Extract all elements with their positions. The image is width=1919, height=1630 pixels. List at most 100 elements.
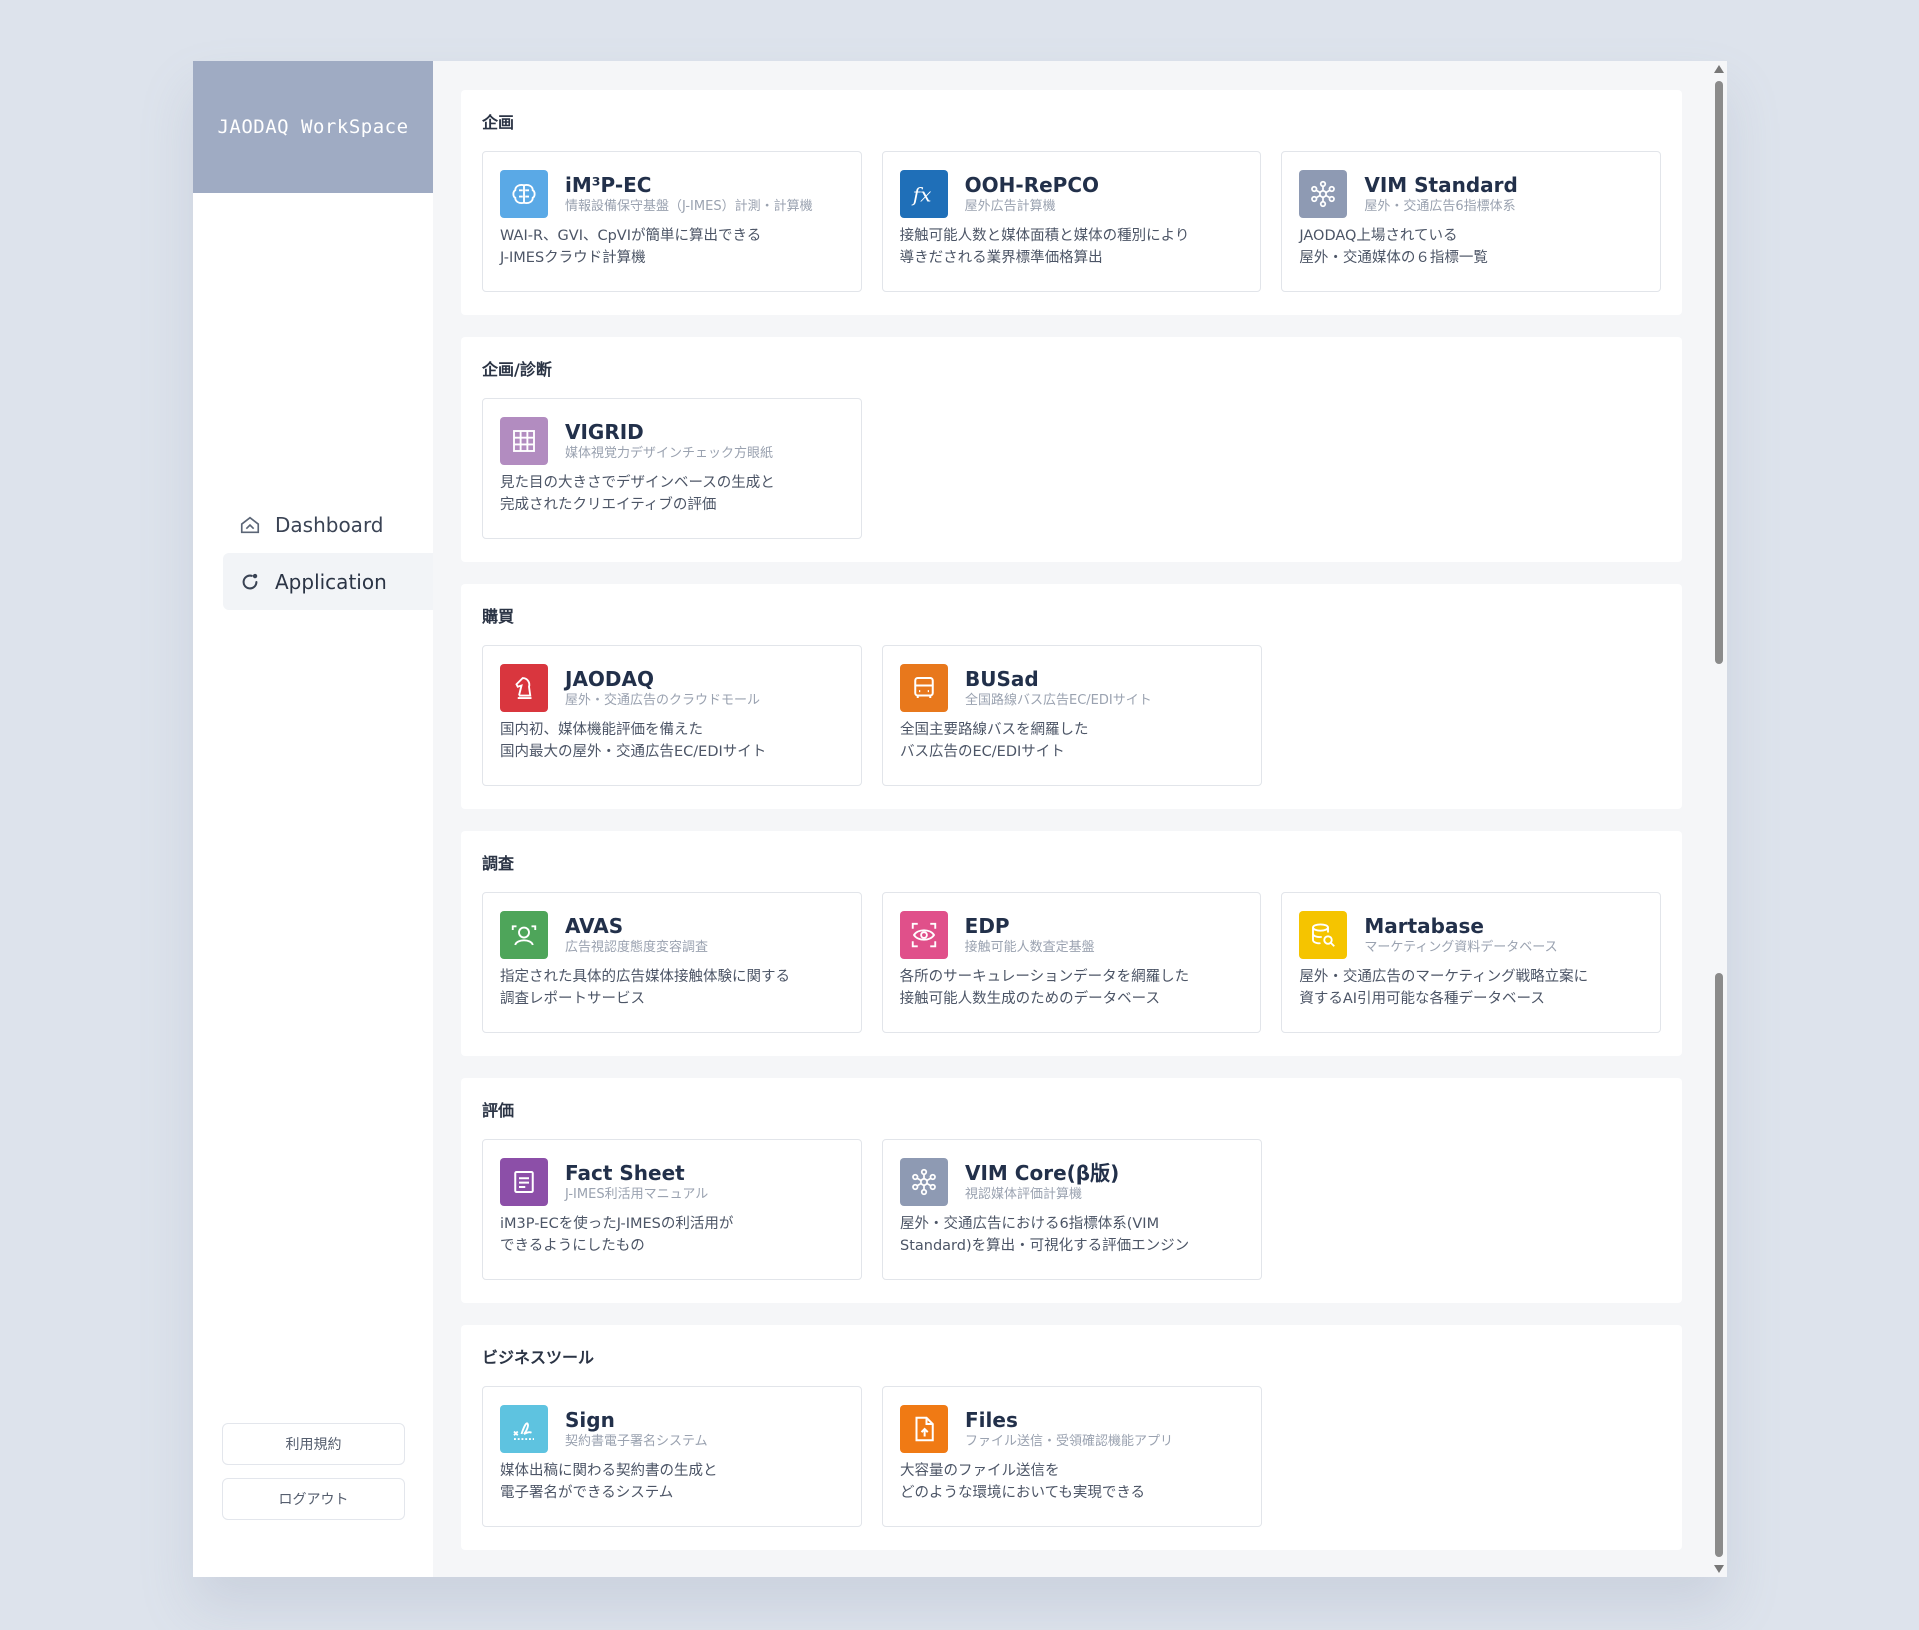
app-card[interactable]: VIM Standard 屋外・交通広告6指標体系 JAODAQ上場されている 屋外… bbox=[1281, 151, 1662, 292]
app-description: 大容量のファイル送信を どのような環境においても実現できる bbox=[900, 1463, 1146, 1501]
scroll-down-arrow-icon[interactable] bbox=[1714, 1565, 1724, 1573]
app-card[interactable]: Sign 契約書電子署名システム 媒体出稿に関わる契約書の生成と 電子署名ができるシ… bbox=[482, 1386, 862, 1527]
app-subtitle: 広告視認度態度変容調査 bbox=[565, 940, 709, 955]
section-title: 購買 bbox=[482, 607, 515, 626]
app-card[interactable]: JAODAQ 屋外・交通広告のクラウドモール国内初、媒体機能評価を備えた 国内最大… bbox=[482, 645, 862, 786]
brand-name: JAODAQ WorkSpace bbox=[217, 116, 409, 138]
app-card-header: BUSad 全国路線バス広告EC/EDIサイト bbox=[965, 664, 1152, 710]
app-card-row: AVAS 広告視認度態度変容調査指定された具体的広告媒体接触体験に関する 調査レポ… bbox=[482, 892, 1662, 1033]
app-section: 企画/診断 VIGRID 媒体視覚力デザインチェック方眼紙 見た目の大きさでデザインベ… bbox=[461, 337, 1682, 562]
app-description: 全国主要路線バスを網羅した バス広告のEC/EDIサイト bbox=[900, 722, 1089, 760]
app-card-row: JAODAQ 屋外・交通広告のクラウドモール国内初、媒体機能評価を備えた 国内最大… bbox=[482, 645, 1661, 786]
app-section: 購買 JAODAQ 屋外・交通広告のクラウドモール国内初、媒体機能評価を備えた 国内… bbox=[461, 584, 1682, 809]
scroll-up-arrow-icon[interactable] bbox=[1714, 65, 1724, 73]
app-card-row: Fact Sheet J-IMES利活用マニュアル iM3P-ECを使ったJ-IME… bbox=[482, 1139, 1661, 1280]
app-title: JAODAQ bbox=[565, 667, 655, 691]
brand-logo[interactable]: JAODAQ WorkSpace bbox=[193, 61, 433, 193]
scrollbar-thumb-lower[interactable] bbox=[1715, 973, 1723, 1557]
app-card-row: Sign 契約書電子署名システム 媒体出稿に関わる契約書の生成と 電子署名ができるシ… bbox=[482, 1386, 1661, 1527]
app-card-header: Sign 契約書電子署名システム bbox=[565, 1405, 708, 1451]
app-card[interactable]: Martabase マーケティング資料データベース屋外・交通広告のマーケティング戦… bbox=[1281, 892, 1662, 1033]
app-subtitle: 全国路線バス広告EC/EDIサイト bbox=[965, 693, 1152, 708]
app-card-row: VIGRID 媒体視覚力デザインチェック方眼紙見た目の大きさでデザインベースの生成… bbox=[482, 398, 1661, 539]
app-title: OOH-RePCO bbox=[964, 173, 1100, 197]
app-card-header: VIGRID 媒体視覚力デザインチェック方眼紙 bbox=[565, 417, 773, 463]
app-description: 屋外・交通広告のマーケティング戦略立案に 資するAI引用可能な各種データベース bbox=[1299, 969, 1589, 1007]
app-card[interactable]: BUSad 全国路線バス広告EC/EDIサイト全国主要路線バスを網羅した バス広告… bbox=[882, 645, 1262, 786]
app-description: 指定された具体的広告媒体接触体験に関する 調査レポートサービス bbox=[500, 969, 790, 1007]
app-card-header: AVAS 広告視認度態度変容調査 bbox=[565, 911, 708, 957]
file-upload-icon bbox=[900, 1405, 948, 1453]
app-subtitle: 接触可能人数査定基盤 bbox=[964, 940, 1095, 955]
app-card[interactable]: EDP 接触可能人数査定基盤 各所のサーキュレーションデータを網羅した 接触可能人数… bbox=[881, 892, 1262, 1033]
app-title: Files bbox=[965, 1408, 1018, 1432]
function-icon: fx bbox=[899, 170, 948, 218]
app-subtitle: 屋外広告計算機 bbox=[964, 199, 1056, 214]
app-description: 接触可能人数と媒体面積と媒体の種別により 導きだされる業界標準価格算出 bbox=[899, 228, 1190, 266]
app-card[interactable]: AVAS 広告視認度態度変容調査指定された具体的広告媒体接触体験に関する 調査レポ… bbox=[482, 892, 862, 1033]
sidebar-nav: Dashboard Application bbox=[223, 496, 433, 610]
app-card[interactable]: VIM Core(β版) 視認媒体評価計算機 屋外・交通広告における6指標体系(VI… bbox=[882, 1139, 1262, 1280]
app-subtitle: ファイル送信・受領確認機能アプリ bbox=[965, 1434, 1174, 1449]
app-section: 調査 AVAS 広告視認度態度変容調査指定された具体的広告媒体接触体験に関する 調査… bbox=[461, 831, 1682, 1056]
nav-item-dashboard[interactable]: Dashboard bbox=[223, 496, 433, 553]
nav-item-label: Application bbox=[275, 569, 387, 594]
logout-button[interactable]: ログアウト bbox=[222, 1478, 405, 1520]
app-card-header: Fact Sheet J-IMES利活用マニュアル bbox=[565, 1158, 708, 1204]
chess-knight-icon bbox=[500, 664, 548, 712]
app-description: iM3P-ECを使ったJ-IMESの利活用が できるようにしたもの bbox=[500, 1216, 734, 1254]
app-subtitle: 媒体視覚力デザインチェック方眼紙 bbox=[565, 446, 774, 461]
app-card-row: iM³P-EC 情報設備保守基盤（J-IMES）計測・計算機 WAI-R、GVI、C… bbox=[482, 151, 1662, 292]
main-content: 企画 iM³P-EC 情報設備保守基盤（J-IMES）計測・計算機 WAI-R、GVI… bbox=[433, 61, 1727, 1577]
app-card[interactable]: fx OOH-RePCO 屋外広告計算機接触可能人数と媒体面積と媒体の種別により 導… bbox=[881, 151, 1262, 292]
app-subtitle: 視認媒体評価計算機 bbox=[965, 1187, 1083, 1202]
section-title: ビジネスツール bbox=[482, 1348, 595, 1367]
app-card[interactable]: VIGRID 媒体視覚力デザインチェック方眼紙見た目の大きさでデザインベースの生成… bbox=[482, 398, 862, 539]
app-card-header: iM³P-EC 情報設備保守基盤（J-IMES）計測・計算機 bbox=[565, 170, 813, 216]
app-card[interactable]: Files ファイル送信・受領確認機能アプリ大容量のファイル送信を どのような環境… bbox=[882, 1386, 1262, 1527]
section-title: 調査 bbox=[482, 854, 515, 873]
sidebar-footer: 利用規約 ログアウト bbox=[222, 1410, 405, 1520]
app-title: VIM Standard bbox=[1364, 173, 1518, 197]
home-icon bbox=[239, 514, 261, 536]
app-title: BUSad bbox=[965, 667, 1039, 691]
app-description: JAODAQ上場されている 屋外・交通媒体の６指標一覧 bbox=[1299, 228, 1488, 266]
app-subtitle: 契約書電子署名システム bbox=[565, 1434, 708, 1449]
molecule-icon bbox=[1299, 170, 1348, 218]
app-card-header: Files ファイル送信・受領確認機能アプリ bbox=[965, 1405, 1173, 1451]
sidebar: JAODAQ WorkSpace Dashboard Application 利用… bbox=[193, 61, 433, 1577]
app-card-header: EDP 接触可能人数査定基盤 bbox=[965, 911, 1095, 957]
app-title: VIM Core(β版) bbox=[965, 1161, 1120, 1185]
app-card-header: OOH-RePCO 屋外広告計算機 bbox=[965, 170, 1099, 216]
app-section: ビジネスツール Sign 契約書電子署名システム 媒体出稿に関わる契約書の生成と 電子… bbox=[461, 1325, 1682, 1550]
app-section: 企画 iM³P-EC 情報設備保守基盤（J-IMES）計測・計算機 WAI-R、GVI… bbox=[461, 90, 1682, 315]
molecule-icon bbox=[900, 1158, 948, 1206]
database-search-icon bbox=[1299, 911, 1348, 959]
app-title: iM³P-EC bbox=[565, 173, 652, 197]
app-subtitle: 屋外・交通広告6指標体系 bbox=[1364, 199, 1516, 214]
terms-button[interactable]: 利用規約 bbox=[222, 1423, 405, 1465]
app-title: EDP bbox=[964, 914, 1010, 938]
app-description: WAI-R、GVI、CpVIが簡単に算出できる J-IMESクラウド計算機 bbox=[500, 228, 762, 266]
nav-item-application[interactable]: Application bbox=[223, 553, 433, 610]
app-card[interactable]: iM³P-EC 情報設備保守基盤（J-IMES）計測・計算機 WAI-R、GVI、C… bbox=[482, 151, 862, 292]
brain-icon bbox=[500, 170, 548, 218]
app-description: 国内初、媒体機能評価を備えた 国内最大の屋外・交通広告EC/EDIサイト bbox=[500, 722, 767, 760]
svg-text:fx: fx bbox=[910, 183, 931, 207]
app-subtitle: 屋外・交通広告のクラウドモール bbox=[565, 693, 761, 708]
app-description: 見た目の大きさでデザインベースの生成と 完成されたクリエイティブの評価 bbox=[500, 475, 775, 513]
vertical-scrollbar[interactable] bbox=[1711, 61, 1727, 1577]
app-card[interactable]: Fact Sheet J-IMES利活用マニュアル iM3P-ECを使ったJ-IME… bbox=[482, 1139, 862, 1280]
app-title: Sign bbox=[565, 1408, 615, 1432]
scrollbar-thumb[interactable] bbox=[1715, 81, 1723, 664]
app-title: Fact Sheet bbox=[565, 1161, 685, 1185]
document-icon bbox=[500, 1158, 548, 1206]
app-title: VIGRID bbox=[565, 420, 644, 444]
app-window: JAODAQ WorkSpace Dashboard Application 利用… bbox=[193, 61, 1727, 1577]
app-subtitle: マーケティング資料データベース bbox=[1364, 940, 1558, 955]
nav-item-label: Dashboard bbox=[275, 512, 384, 537]
app-card-header: VIM Core(β版) 視認媒体評価計算機 bbox=[965, 1158, 1119, 1204]
app-title: AVAS bbox=[565, 914, 624, 938]
app-section: 評価 Fact Sheet J-IMES利活用マニュアル iM3P-ECを使ったJ-I… bbox=[461, 1078, 1682, 1303]
app-card-header: Martabase マーケティング資料データベース bbox=[1364, 911, 1557, 957]
